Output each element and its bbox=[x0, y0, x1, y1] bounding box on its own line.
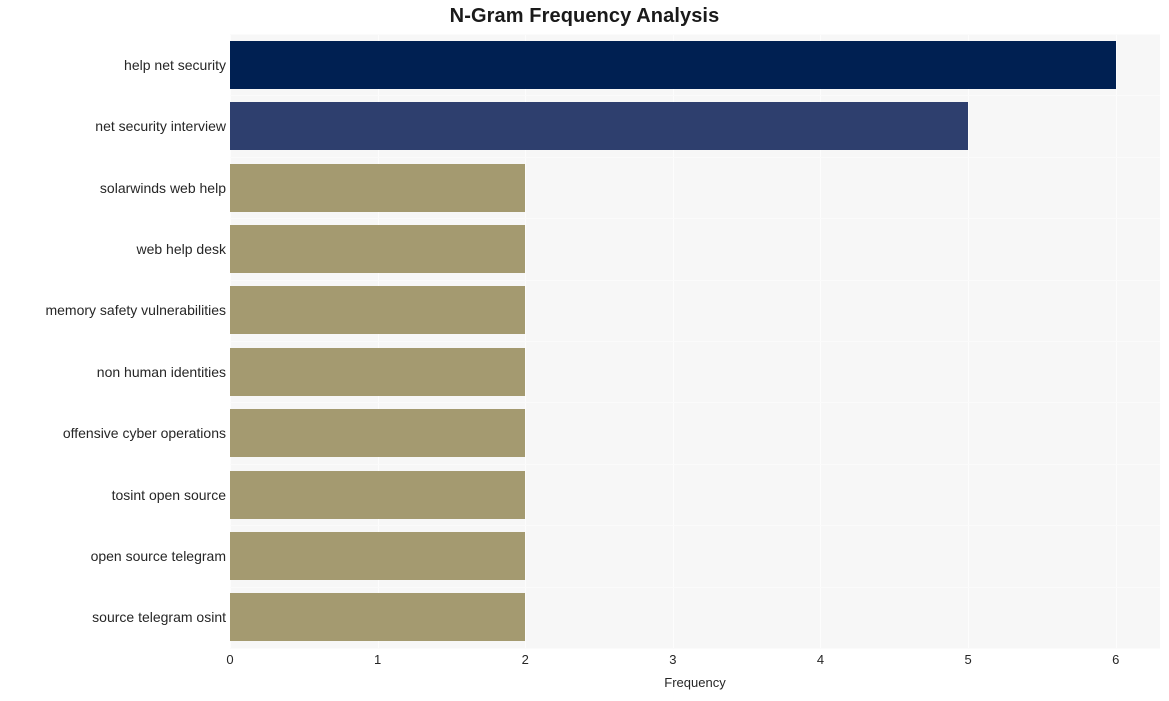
horizontal-gridline bbox=[230, 279, 1160, 281]
chart-title: N-Gram Frequency Analysis bbox=[449, 5, 720, 27]
bar[interactable] bbox=[230, 593, 526, 642]
horizontal-gridline bbox=[230, 525, 1160, 527]
bar[interactable] bbox=[230, 347, 526, 396]
horizontal-gridline bbox=[230, 156, 1160, 158]
chart-figure: N-Gram Frequency Analysis help net secur… bbox=[0, 0, 1169, 701]
horizontal-gridline bbox=[230, 341, 1160, 342]
x-axis-tick-label: 4 bbox=[816, 652, 825, 667]
y-axis-tick-label: offensive cyber operations bbox=[62, 425, 226, 442]
y-axis-tick-label: non human identities bbox=[96, 363, 226, 380]
bar[interactable] bbox=[230, 163, 526, 212]
x-axis-tick-label: 3 bbox=[669, 652, 677, 667]
y-axis-tick-label: solarwinds web help bbox=[99, 179, 226, 196]
horizontal-gridline bbox=[230, 463, 1160, 465]
plot-area bbox=[230, 34, 1160, 649]
y-axis-tick-label: tosint open source bbox=[111, 486, 226, 503]
y-axis-tick-label: web help desk bbox=[136, 240, 226, 257]
bar[interactable] bbox=[230, 286, 526, 335]
horizontal-gridline bbox=[230, 402, 1160, 404]
bar[interactable] bbox=[230, 40, 1116, 89]
horizontal-gridline bbox=[230, 648, 1160, 649]
y-axis-tick-label: source telegram osint bbox=[92, 609, 226, 626]
bar[interactable] bbox=[230, 470, 526, 519]
y-axis-tick-label: memory safety vulnerabilities bbox=[45, 302, 226, 319]
bar[interactable] bbox=[230, 224, 526, 273]
horizontal-gridline bbox=[230, 586, 1160, 588]
x-axis-tick-label: 1 bbox=[373, 652, 382, 667]
y-axis-tick-label: help net security bbox=[124, 56, 226, 73]
y-axis-tick-label: open source telegram bbox=[90, 547, 226, 564]
bar[interactable] bbox=[230, 409, 526, 458]
bar[interactable] bbox=[230, 531, 526, 580]
x-axis-title: Frequency bbox=[664, 675, 726, 690]
horizontal-gridline bbox=[230, 95, 1160, 97]
bar[interactable] bbox=[230, 102, 969, 151]
x-axis-tick-label: 2 bbox=[521, 652, 529, 667]
y-axis-tick-label: net security interview bbox=[95, 118, 226, 135]
x-axis-tick-label: 5 bbox=[964, 652, 972, 667]
x-axis-tick-label: 6 bbox=[1112, 652, 1120, 667]
x-axis-tick-label: 0 bbox=[226, 652, 234, 667]
horizontal-gridline bbox=[230, 34, 1160, 35]
horizontal-gridline bbox=[230, 218, 1160, 220]
